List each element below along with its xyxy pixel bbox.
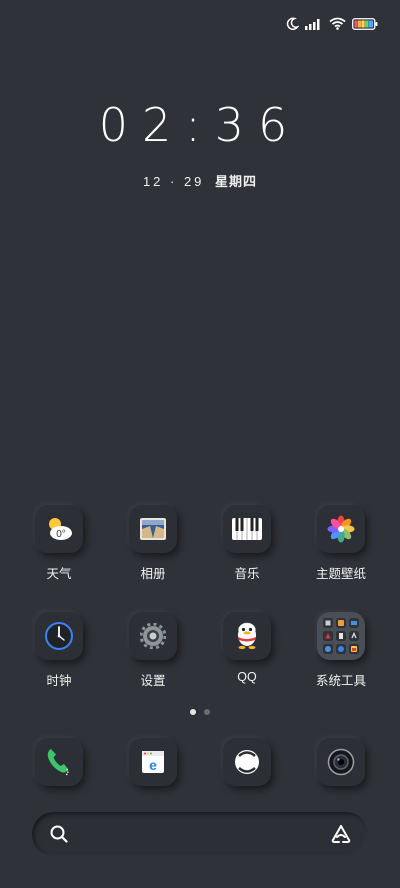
app-label: 时钟 bbox=[46, 674, 72, 688]
app-gallery[interactable]: 相册 bbox=[106, 505, 200, 582]
theme-flower-icon bbox=[317, 505, 365, 553]
app-label: 设置 bbox=[140, 674, 166, 688]
app-label: 系统工具 bbox=[315, 674, 366, 688]
app-system-tools[interactable]: 系统工具 bbox=[294, 612, 388, 689]
app-label: 音乐 bbox=[234, 567, 260, 581]
clock-date: 12 · 29 星期四 bbox=[0, 171, 400, 190]
date-text: 12 · 29 bbox=[142, 174, 205, 189]
page-dot[interactable] bbox=[204, 709, 210, 715]
dock-messages[interactable] bbox=[200, 738, 294, 786]
app-label: 天气 bbox=[46, 567, 72, 581]
browser-icon: e bbox=[129, 738, 177, 786]
status-bar bbox=[285, 14, 378, 38]
dock-camera[interactable] bbox=[294, 738, 388, 786]
app-theme[interactable]: 主题壁纸 bbox=[294, 505, 388, 582]
dock-phone[interactable] bbox=[12, 738, 106, 786]
app-qq[interactable]: QQ bbox=[200, 612, 294, 684]
piano-icon bbox=[223, 505, 271, 553]
svg-text:e: e bbox=[149, 757, 157, 773]
app-settings[interactable]: 设置 bbox=[106, 612, 200, 689]
app-label: 主题壁纸 bbox=[315, 567, 366, 581]
message-icon bbox=[223, 738, 271, 786]
page-dot-current[interactable] bbox=[190, 709, 196, 715]
phone-icon bbox=[35, 738, 83, 786]
signal-icon bbox=[305, 17, 323, 35]
qq-penguin-icon bbox=[223, 612, 271, 660]
app-label: 相册 bbox=[140, 567, 166, 581]
camera-icon bbox=[317, 738, 365, 786]
clock-icon bbox=[35, 612, 83, 660]
moon-icon bbox=[285, 17, 300, 36]
weather-icon: 0° bbox=[35, 505, 83, 553]
app-label: QQ bbox=[237, 670, 257, 684]
jovi-icon[interactable] bbox=[330, 824, 352, 849]
folder-icon bbox=[317, 612, 365, 660]
page-indicator[interactable] bbox=[0, 709, 400, 715]
search-bar[interactable] bbox=[32, 812, 368, 856]
battery-icon bbox=[352, 17, 378, 35]
app-music[interactable]: 音乐 bbox=[200, 505, 294, 582]
search-icon[interactable] bbox=[50, 825, 68, 848]
wifi-icon bbox=[329, 17, 346, 35]
app-weather[interactable]: 0° 天气 bbox=[12, 505, 106, 582]
clock-time[interactable]: 02:36 bbox=[0, 98, 400, 152]
app-clock[interactable]: 时钟 bbox=[12, 612, 106, 689]
gear-icon bbox=[129, 612, 177, 660]
weekday-text: 星期四 bbox=[215, 174, 258, 189]
gallery-icon bbox=[129, 505, 177, 553]
dock-browser[interactable]: e bbox=[106, 738, 200, 786]
weather-temp: 0° bbox=[56, 529, 66, 540]
